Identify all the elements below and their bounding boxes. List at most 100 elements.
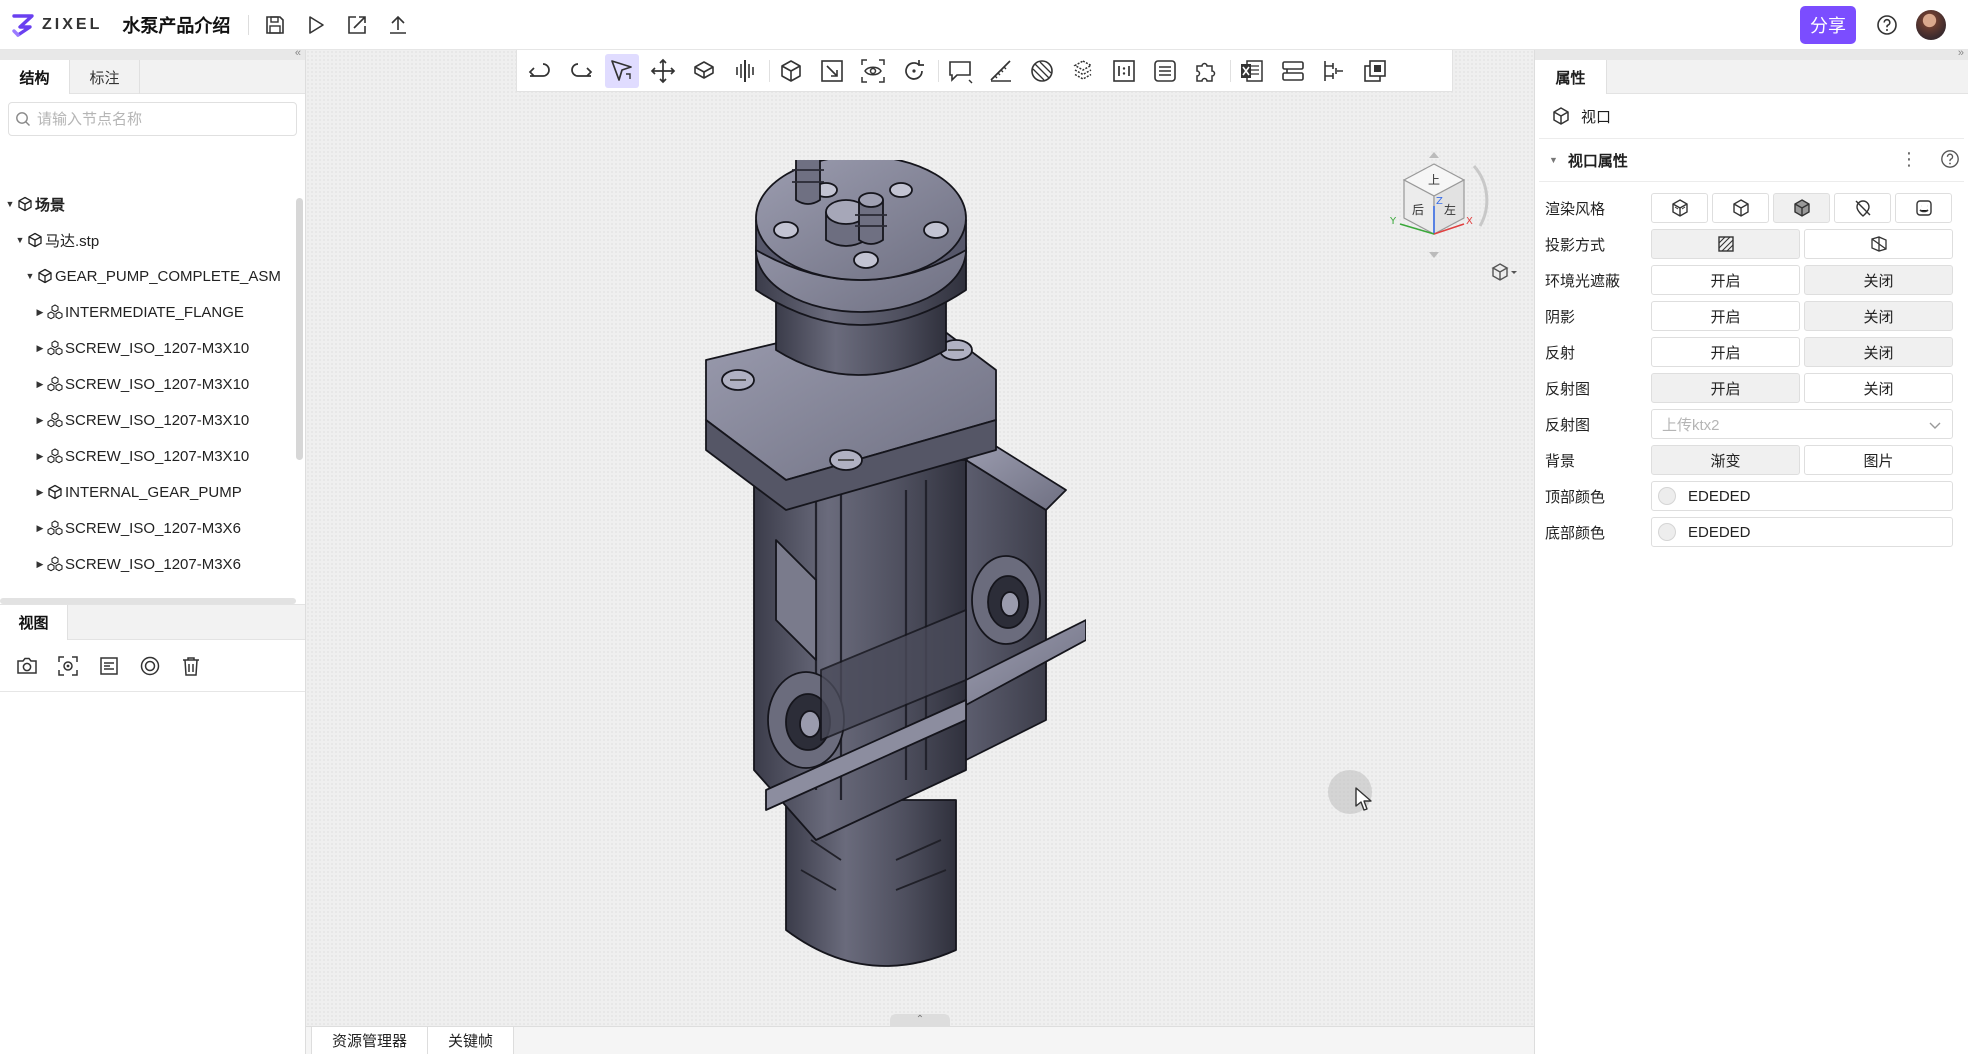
collapse-triangle-icon[interactable]: ▼ [1549,155,1558,165]
comment-button[interactable] [943,54,977,88]
render-style-wireframe[interactable] [1712,193,1769,223]
caret-right-icon[interactable]: ▶ [34,451,46,462]
shadow-off[interactable]: 关闭 [1804,301,1953,331]
tree-node[interactable]: ▶ SCREW_ISO_1207-M3X6 [0,510,296,546]
excel-export-button[interactable] [1235,54,1269,88]
caret-down-icon[interactable]: ▼ [24,271,36,281]
tab-asset-manager[interactable]: 资源管理器 [311,1026,429,1054]
caret-right-icon[interactable]: ▶ [34,559,46,570]
ratio-button[interactable] [1107,54,1141,88]
multi-window-button[interactable] [1358,54,1392,88]
view-list-button[interactable] [94,651,124,681]
top-color-picker[interactable]: EDEDED [1651,481,1953,511]
tree-node[interactable]: ▼ GEAR_PUMP_COMPLETE_ASM [0,258,296,294]
orbit-view-button[interactable] [135,651,165,681]
view-cube[interactable]: 上 后 左 Z X Y [1374,146,1494,266]
tree-node[interactable]: ▶ INTERNAL_GEAR_PUMP [0,474,296,510]
caret-right-icon[interactable]: ▶ [34,487,46,498]
ambient-occlusion-on[interactable]: 开启 [1651,265,1800,295]
reflection-off[interactable]: 关闭 [1804,337,1953,367]
tree-node[interactable]: ▶ SCREW_ISO_1207-M3X10 [0,402,296,438]
tab-properties[interactable]: 属性 [1535,60,1607,94]
measure-button[interactable] [984,54,1018,88]
delete-view-button[interactable] [176,651,206,681]
tree-node[interactable]: ▼ 马达.stp [0,222,296,258]
pump-3d-model[interactable] [666,160,1086,980]
reflection-on[interactable]: 开启 [1651,337,1800,367]
caret-right-icon[interactable]: ▶ [34,307,46,318]
render-style-hidden[interactable] [1834,193,1891,223]
bottom-color-picker[interactable]: EDEDED [1651,517,1953,547]
bom-button[interactable] [1317,54,1351,88]
left-panel-collapse-bar[interactable]: « [0,47,305,60]
right-panel-collapse-bar[interactable]: » [1535,47,1968,60]
share-button[interactable]: 分享 [1800,6,1856,44]
view-cube-mode-icon[interactable] [1490,262,1518,282]
caret-right-icon[interactable]: ▶ [34,379,46,390]
reflection-map-on[interactable]: 开启 [1651,373,1800,403]
collapse-right-icon[interactable]: » [1958,47,1964,59]
tree-node[interactable]: ▶ SCREW_ISO_1207-M3X10 [0,330,296,366]
capture-view-button[interactable] [12,651,42,681]
view-cube-left-face[interactable]: 左 [1444,202,1456,217]
help-icon[interactable] [1940,149,1960,169]
bottom-panel-expand-handle[interactable]: ⌃ [890,1014,950,1026]
undo-button[interactable] [523,54,557,88]
layout-button[interactable] [1276,54,1310,88]
list-button[interactable] [1148,54,1182,88]
shadow-on[interactable]: 开启 [1651,301,1800,331]
3d-viewport[interactable]: 上 后 左 Z X Y ⌃ 资源管理器 关键帧 [306,50,1534,1054]
view-cube-back-face[interactable]: 后 [1412,203,1424,217]
tree-node[interactable]: ▶ INTERMEDIATE_FLANGE [0,294,296,330]
view-eye-button[interactable] [856,54,890,88]
node-search-input[interactable] [37,110,277,128]
background-image[interactable]: 图片 [1804,445,1953,475]
render-style-shaded[interactable] [1773,193,1830,223]
upload-button[interactable] [383,10,413,40]
edit-export-button[interactable] [342,10,372,40]
ambient-occlusion-off[interactable]: 关闭 [1804,265,1953,295]
tab-structure[interactable]: 结构 [0,60,70,94]
top-color-swatch[interactable] [1658,487,1676,505]
render-style-sketch[interactable] [1895,193,1952,223]
app-logo[interactable]: ZIXEL [10,12,102,38]
tab-keyframes[interactable]: 关键帧 [428,1026,515,1054]
tree-node[interactable]: ▼ 场景 [0,186,296,222]
material-button[interactable] [1025,54,1059,88]
box-view-button[interactable] [774,54,808,88]
help-button[interactable] [1872,10,1902,40]
projection-perspective[interactable] [1804,229,1953,259]
caret-right-icon[interactable]: ▶ [34,523,46,534]
view-cube-top-face[interactable]: 上 [1428,173,1440,187]
render-style-realistic[interactable] [1651,193,1708,223]
move-tool-button[interactable] [646,54,680,88]
explode-tool-button[interactable] [687,54,721,88]
caret-down-icon[interactable]: ▼ [4,199,16,209]
tree-node[interactable]: ▶ SCREW_ISO_1207-M3X10 [0,438,296,474]
plugin-button[interactable] [1189,54,1223,88]
fit-view-button[interactable] [815,54,849,88]
caret-right-icon[interactable]: ▶ [34,415,46,426]
caret-right-icon[interactable]: ▶ [34,343,46,354]
background-gradient[interactable]: 渐变 [1651,445,1800,475]
viewport-properties-header[interactable]: ▼ 视口属性 ⋮ [1535,139,1968,181]
section-tool-button[interactable] [728,54,762,88]
save-button[interactable] [260,10,290,40]
rotate-button[interactable] [897,54,931,88]
select-tool-button[interactable] [605,53,639,88]
more-options-icon[interactable]: ⋮ [1900,149,1918,170]
user-avatar[interactable] [1916,10,1946,40]
bottom-color-swatch[interactable] [1658,523,1676,541]
structure-button[interactable] [1066,54,1100,88]
tree-node[interactable]: ▶ SCREW_ISO_1207-M3X6 [0,546,296,582]
play-button[interactable] [301,10,331,40]
caret-down-icon[interactable]: ▼ [14,235,26,245]
projection-orthographic[interactable] [1651,229,1800,259]
tab-annotation[interactable]: 标注 [70,60,140,94]
collapse-left-icon[interactable]: « [295,47,301,59]
tab-view[interactable]: 视图 [0,605,68,640]
reflection-map-select[interactable]: 上传ktx2 [1651,409,1953,439]
reflection-map-off[interactable]: 关闭 [1804,373,1953,403]
tree-vertical-scrollbar[interactable] [296,198,303,460]
tree-node[interactable]: ▶ SCREW_ISO_1207-M3X10 [0,366,296,402]
